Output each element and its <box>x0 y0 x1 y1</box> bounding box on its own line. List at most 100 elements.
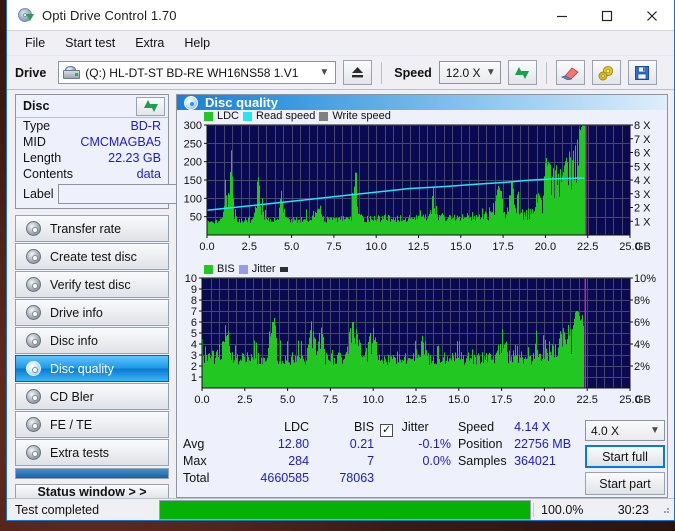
refresh-icon <box>143 99 158 113</box>
save-button[interactable] <box>627 60 657 85</box>
drive-label: Drive <box>15 65 47 80</box>
ldc-chart: LDC Read speed Write speed 50 100 150 200 25… <box>177 110 669 263</box>
svg-text:2: 2 <box>191 361 197 373</box>
sidebar-item-verify-test-disc[interactable]: Verify test disc <box>15 271 169 298</box>
start-part-button[interactable]: Start part <box>585 472 665 495</box>
erase-button[interactable] <box>555 60 585 85</box>
position-value: 22756 MB <box>514 437 572 451</box>
speed-result-value: 4.14 X <box>514 420 551 434</box>
svg-text:10%: 10% <box>634 273 656 285</box>
elapsed-time-label: 30:23 <box>617 502 649 517</box>
stats-area: Avg Max Total LDC 12.80 284 4660585 BIS … <box>177 416 667 497</box>
speed-select[interactable]: 12.0 X ▼ <box>438 61 501 84</box>
sidebar-item-create-test-disc[interactable]: Create test disc <box>15 243 169 270</box>
start-full-button[interactable]: Start full <box>585 445 665 468</box>
sidebar-item-transfer-rate[interactable]: Transfer rate <box>15 215 169 242</box>
disc-icon <box>184 95 198 110</box>
sidebar-item-label: Transfer rate <box>50 221 122 236</box>
speed-select-value: 12.0 X <box>445 65 481 80</box>
disc-icon <box>26 221 41 236</box>
app-window: Opti Drive Control 1.70 File Start test … <box>6 0 675 521</box>
legend-label-write-speed: Write speed <box>332 110 391 122</box>
disc-panel-title: Disc <box>23 99 50 113</box>
disc-icon <box>26 333 41 348</box>
svg-text:8%: 8% <box>634 295 650 307</box>
stats-label-avg: Avg <box>183 437 205 451</box>
stats-row-labels: Avg Max Total <box>183 419 226 495</box>
svg-text:3: 3 <box>191 350 197 362</box>
stats-bis-max: 7 <box>367 454 375 468</box>
legend-swatch-ldc <box>204 111 213 121</box>
jitter-checkbox[interactable]: ✓ <box>380 424 394 437</box>
sidebar-item-label: Create test disc <box>50 249 137 264</box>
sidebar-item-label: Extra tests <box>50 445 110 460</box>
svg-text:4: 4 <box>191 339 197 351</box>
sidebar-item-label: Disc quality <box>50 361 114 376</box>
refresh-button[interactable] <box>507 60 537 85</box>
svg-text:250: 250 <box>184 138 202 150</box>
svg-text:GB: GB <box>635 241 651 253</box>
status-text: Test completed <box>15 502 100 517</box>
menu-bar: File Start test Extra Help <box>7 31 674 56</box>
svg-text:20.0: 20.0 <box>535 241 556 253</box>
menu-item-extra[interactable]: Extra <box>125 33 174 53</box>
jitter-header: ✓ Jitter <box>374 419 451 437</box>
legend-label-ldc: LDC <box>217 110 240 122</box>
bis-chart-legend: BIS Jitter <box>204 263 288 275</box>
toolbar-separator-2 <box>545 61 547 84</box>
sidebar-item-label: Drive info <box>50 305 103 320</box>
disc-refresh-button[interactable] <box>136 96 165 116</box>
disc-row-mid: MID CMCMAGBA5 <box>16 134 168 150</box>
minimize-button[interactable] <box>539 0 584 31</box>
sidebar-item-cd-bler[interactable]: CD Bler <box>15 383 169 410</box>
menu-item-help[interactable]: Help <box>174 33 220 53</box>
sidebar-item-extra-tests[interactable]: Extra tests <box>15 439 169 466</box>
drive-select-value: (Q:) HL-DT-ST BD-RE WH16NS58 1.V1 <box>85 65 299 80</box>
svg-text:6 X: 6 X <box>634 148 651 160</box>
disc-quality-panel: Disc quality LDC Read speed Write speed … <box>176 94 668 498</box>
svg-text:15.0: 15.0 <box>450 241 471 253</box>
position-label: Position <box>457 437 503 451</box>
eject-button[interactable] <box>343 60 373 85</box>
svg-text:8: 8 <box>191 295 197 307</box>
drive-select[interactable]: (Q:) HL-DT-ST BD-RE WH16NS58 1.V1 ▼ <box>58 61 337 84</box>
svg-text:8 X: 8 X <box>634 120 651 132</box>
disc-contents-value: data <box>136 167 161 181</box>
svg-text:7: 7 <box>191 306 197 318</box>
jitter-label: Jitter <box>401 420 429 434</box>
disc-icon <box>26 389 41 404</box>
close-button[interactable] <box>629 0 674 31</box>
sidebar-item-disc-quality[interactable]: Disc quality <box>15 355 169 382</box>
svg-text:0.0: 0.0 <box>199 241 214 253</box>
sidebar-item-disc-info[interactable]: Disc info <box>15 327 169 354</box>
sidebar-item-fe-te[interactable]: FE / TE <box>15 411 169 438</box>
menu-item-file[interactable]: File <box>15 33 55 53</box>
ldc-chart-svg[interactable]: 50 100 150 200 250 300 1 X2 X 3 X 4 X 5 X6 X 7 X 8 … <box>177 111 669 263</box>
sidebar-item-label: FE / TE <box>50 417 93 432</box>
legend-label-jitter: Jitter <box>251 263 276 275</box>
stats-col-bis: BIS 0.21 7 78063 <box>309 419 374 495</box>
svg-text:100: 100 <box>184 193 202 205</box>
bis-chart-svg[interactable]: 12345678910 2% 4% 6% 8% 10% 0.0 2.5 5.0 7.5 10.0 12… <box>177 264 669 416</box>
svg-text:2%: 2% <box>634 361 650 373</box>
maximize-button[interactable] <box>584 0 629 31</box>
svg-text:7 X: 7 X <box>634 134 651 146</box>
disc-info-panel: Disc Type BD-R MID CMCMAGBA5 Length 22.2… <box>15 94 265 209</box>
ldc-chart-legend: LDC Read speed Write speed <box>204 110 391 122</box>
stats-label-max: Max <box>183 454 207 468</box>
progress-bar <box>159 499 531 520</box>
legend-swatch-read-speed <box>243 111 253 121</box>
menu-item-start-test[interactable]: Start test <box>55 33 125 53</box>
svg-text:2 X: 2 X <box>634 203 651 215</box>
disc-icon <box>26 277 41 292</box>
disc-contents-label: Contents <box>23 167 74 181</box>
disc-icon <box>26 445 41 460</box>
svg-text:12.5: 12.5 <box>408 241 429 253</box>
resize-grip[interactable] <box>661 505 671 515</box>
svg-text:300: 300 <box>184 120 202 132</box>
disc-type-value: BD-R <box>130 119 161 133</box>
stats-jitter-avg: -0.1% <box>418 437 451 451</box>
settings-gear-button[interactable] <box>591 60 621 85</box>
sidebar-item-drive-info[interactable]: Drive info <box>15 299 169 326</box>
result-speed-select[interactable]: 4.0 X ▼ <box>585 420 665 441</box>
